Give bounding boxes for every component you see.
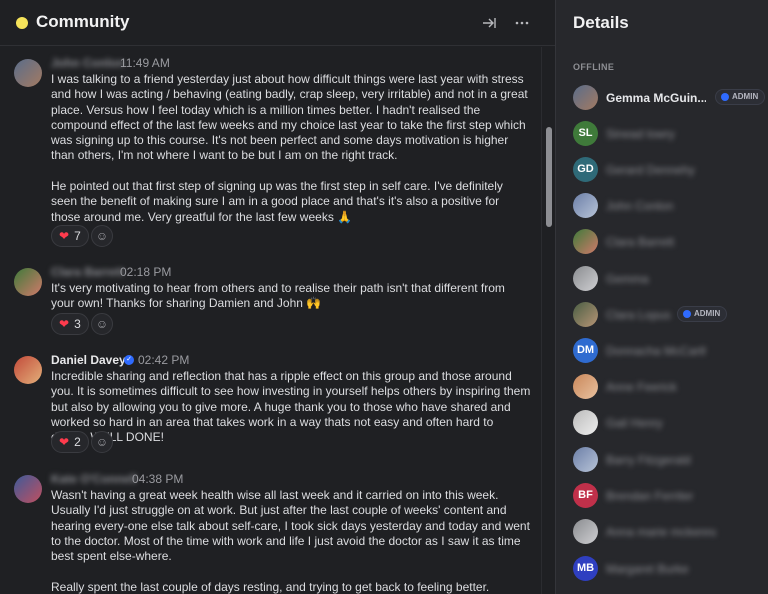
avatar [573, 374, 598, 399]
details-panel: Details OFFLINE Gemma McGuin... ADMIN SL… [555, 0, 768, 594]
message-time: 04:38 PM [132, 472, 184, 486]
message-time: 11:49 AM [120, 56, 170, 70]
reaction-count: 7 [74, 229, 81, 243]
heart-icon: ❤ [59, 317, 70, 331]
member-item[interactable]: SL Sinead lowry [573, 121, 763, 147]
add-reaction-icon[interactable]: ☺ [91, 225, 113, 247]
message-author[interactable]: Clara Barrett [51, 265, 124, 279]
message-body: Wasn't having a great week health wise a… [51, 488, 530, 594]
message-body: Incredible sharing and reflection that h… [51, 369, 531, 445]
member-item[interactable]: BF Brendan Ferriter [573, 483, 763, 509]
member-name: Anna marie mckenna [606, 525, 716, 539]
avatar [573, 447, 598, 472]
message-body: I was talking to a friend yesterday just… [51, 72, 528, 224]
message-author[interactable]: Kate O'Connell [51, 472, 137, 486]
section-label: OFFLINE [573, 62, 615, 72]
message-feed[interactable]: John Conlon 11:49 AM I was talking to a … [0, 47, 540, 594]
member-name: Gemma McGuin... [606, 91, 706, 105]
member-name: Sinead lowry [606, 127, 675, 141]
avatar [573, 266, 598, 291]
avatar [573, 410, 598, 435]
status-dot [16, 17, 28, 29]
avatar: BF [573, 483, 598, 508]
member-item[interactable]: Clara Barrett [573, 229, 763, 255]
member-name: John Conlon [606, 199, 674, 213]
avatar[interactable] [14, 59, 42, 87]
admin-badge: ADMIN [715, 89, 766, 105]
add-reaction-icon[interactable]: ☺ [91, 313, 113, 335]
moderator-badge-icon: ✓ [124, 355, 134, 365]
member-item[interactable]: Clara Lopus ADMIN [573, 302, 763, 328]
avatar[interactable] [14, 268, 42, 296]
member-name: Anne Feerick [606, 380, 677, 394]
member-item[interactable]: Gail Henry [573, 410, 763, 436]
member-item[interactable]: Barry Fitzgerald [573, 447, 763, 473]
channel-header: Community [0, 0, 555, 46]
avatar[interactable] [14, 475, 42, 503]
scrollbar-thumb[interactable] [546, 127, 552, 227]
member-name: Barry Fitzgerald [606, 453, 691, 467]
reaction-count: 3 [74, 317, 81, 331]
avatar: SL [573, 121, 598, 146]
feed-scrollbar[interactable] [541, 47, 555, 594]
avatar[interactable] [14, 356, 42, 384]
member-name: Clara Lopus [606, 308, 671, 322]
member-item[interactable]: Anne Feerick [573, 374, 763, 400]
avatar [573, 229, 598, 254]
reaction-count: 2 [74, 435, 81, 449]
message-body: It's very motivating to hear from others… [51, 281, 505, 311]
avatar: MB [573, 556, 598, 581]
sidebar-collapse-icon[interactable] [477, 11, 501, 35]
avatar: GD [573, 157, 598, 182]
member-item[interactable]: John Conlon [573, 193, 763, 219]
heart-reaction[interactable]: ❤ 2 [51, 431, 89, 453]
avatar [573, 85, 598, 110]
heart-reaction[interactable]: ❤ 7 [51, 225, 89, 247]
message-time: 02:42 PM [138, 353, 190, 367]
member-item[interactable]: Gemma McGuin... ADMIN [573, 85, 766, 111]
details-title: Details [573, 13, 629, 32]
heart-icon: ❤ [59, 229, 70, 243]
avatar: DM [573, 338, 598, 363]
member-name: Gerard Dennehy [606, 163, 695, 177]
message-time: 02:18 PM [120, 265, 172, 279]
avatar [573, 302, 598, 327]
member-name: Clara Barrett [606, 235, 675, 249]
avatar [573, 193, 598, 218]
member-name: Brendan Ferriter [606, 489, 694, 503]
member-item[interactable]: Gemma [573, 266, 763, 292]
member-name: Gemma [606, 272, 649, 286]
member-item[interactable]: MB Margaret Burke [573, 556, 763, 582]
heart-reaction[interactable]: ❤ 3 [51, 313, 89, 335]
more-horizontal-icon[interactable] [510, 11, 534, 35]
avatar [573, 519, 598, 544]
message-author[interactable]: John Conlon [51, 56, 124, 70]
member-name: Margaret Burke [606, 562, 689, 576]
add-reaction-icon[interactable]: ☺ [91, 431, 113, 453]
member-name: Gail Henry [606, 416, 663, 430]
channel-title: Community [36, 12, 130, 31]
member-item[interactable]: Anna marie mckenna [573, 519, 763, 545]
member-name: Donnacha McCarthy [606, 344, 706, 358]
heart-icon: ❤ [59, 435, 70, 449]
admin-badge: ADMIN [677, 306, 728, 322]
community-pane: Community John Conlon 11:49 AM I was tal… [0, 0, 555, 594]
member-item[interactable]: DM Donnacha McCarthy [573, 338, 763, 364]
member-item[interactable]: GD Gerard Dennehy [573, 157, 763, 183]
message-author[interactable]: Daniel Davey [51, 353, 126, 367]
